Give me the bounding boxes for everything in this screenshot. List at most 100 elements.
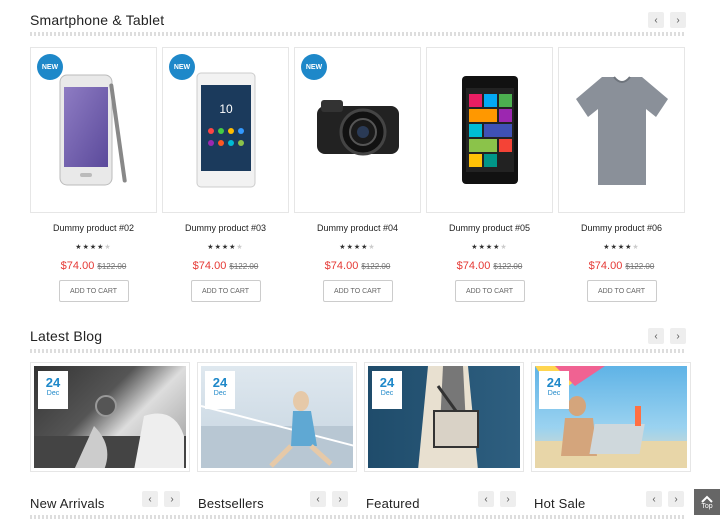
date-month: Dec [380, 390, 394, 397]
current-price: $74.00 [456, 260, 491, 272]
rating-stars: ★★★★★ [75, 244, 112, 251]
svg-text:10: 10 [219, 102, 233, 116]
chevron-left-icon: ‹ [654, 14, 658, 26]
blog-image: 24 Dec [201, 366, 353, 468]
next-button[interactable]: › [670, 328, 686, 344]
date-day: 24 [45, 375, 61, 390]
add-to-cart-button[interactable]: ADD TO CART [586, 280, 657, 302]
product-card: NEW Dummy product #02 ★★★★★ $74.00 $122.… [30, 47, 157, 302]
prev-button[interactable]: ‹ [648, 328, 664, 344]
divider [30, 349, 686, 353]
chevron-left-icon: ‹ [652, 493, 656, 505]
date-badge: 24 Dec [539, 371, 569, 409]
product-name[interactable]: Dummy product #06 [558, 223, 685, 233]
bestsellers-header: Bestsellers ‹ › [198, 491, 348, 511]
product-name[interactable]: Dummy product #04 [294, 223, 421, 233]
smartphone-icon: 10 [196, 72, 255, 188]
add-to-cart-button[interactable]: ADD TO CART [58, 280, 129, 302]
next-button[interactable]: › [500, 491, 516, 507]
old-price: $122.00 [97, 262, 127, 271]
blog-image: 24 Dec [535, 366, 687, 468]
product-name[interactable]: Dummy product #03 [162, 223, 289, 233]
chevron-right-icon: › [338, 493, 342, 505]
date-day: 24 [212, 375, 228, 390]
prev-button[interactable]: ‹ [478, 491, 494, 507]
divider [30, 515, 686, 519]
carousel-nav: ‹ › [142, 491, 180, 507]
date-day: 24 [379, 375, 395, 390]
prev-button[interactable]: ‹ [310, 491, 326, 507]
rating-stars: ★★★★★ [603, 244, 640, 251]
old-price: $122.00 [361, 262, 391, 271]
blog-card[interactable]: 24 Dec [364, 362, 524, 472]
price: $74.00 $122.00 [426, 260, 553, 272]
next-button[interactable]: › [164, 491, 180, 507]
new-badge: NEW [37, 54, 63, 80]
chevron-left-icon: ‹ [654, 330, 658, 342]
carousel-nav: ‹ › [648, 12, 686, 28]
blog-card[interactable]: 24 Dec [197, 362, 357, 472]
old-price: $122.00 [229, 262, 259, 271]
date-badge: 24 Dec [38, 371, 68, 409]
product-image[interactable] [426, 47, 553, 213]
product-card: Dummy product #06 ★★★★★ $74.00 $122.00 A… [558, 47, 685, 302]
top-label: Top [701, 502, 713, 510]
blog-list: 24 Dec 24 Dec 24 Dec 24 Dec [30, 362, 691, 472]
old-price: $122.00 [625, 262, 655, 271]
back-to-top-button[interactable]: Top [694, 489, 720, 515]
blog-card[interactable]: 24 Dec [531, 362, 691, 472]
camera-icon [316, 100, 399, 156]
chevron-left-icon: ‹ [148, 493, 152, 505]
new-arrivals-header: New Arrivals ‹ › [30, 491, 180, 511]
next-button[interactable]: › [670, 12, 686, 28]
prev-button[interactable]: ‹ [142, 491, 158, 507]
next-button[interactable]: › [332, 491, 348, 507]
product-card: NEW Dummy product #04 ★★★★★ $74.00 $122.… [294, 47, 421, 302]
add-to-cart-button[interactable]: ADD TO CART [454, 280, 525, 302]
chevron-right-icon: › [506, 493, 510, 505]
blog-card[interactable]: 24 Dec [30, 362, 190, 472]
product-card: NEW 10 Dummy product #03 ★★★★★ $74.00 $1… [162, 47, 289, 302]
price: $74.00 $122.00 [30, 260, 157, 272]
next-button[interactable]: › [668, 491, 684, 507]
smartphone-icon [59, 74, 127, 185]
price: $74.00 $122.00 [294, 260, 421, 272]
date-month: Dec [46, 390, 60, 397]
carousel-nav: ‹ › [478, 491, 516, 507]
date-day: 24 [546, 375, 562, 390]
product-image[interactable]: NEW 10 [162, 47, 289, 213]
date-month: Dec [547, 390, 561, 397]
rating-stars: ★★★★★ [471, 244, 508, 251]
product-card: Dummy product #05 ★★★★★ $74.00 $122.00 A… [426, 47, 553, 302]
product-image[interactable]: NEW [294, 47, 421, 213]
chevron-up-icon [701, 495, 713, 503]
product-image[interactable] [558, 47, 685, 213]
current-price: $74.00 [60, 260, 95, 272]
date-month: Dec [213, 390, 227, 397]
product-name[interactable]: Dummy product #05 [426, 223, 553, 233]
price: $74.00 $122.00 [162, 260, 289, 272]
carousel-nav: ‹ › [648, 328, 686, 344]
add-to-cart-button[interactable]: ADD TO CART [190, 280, 261, 302]
section-title: Smartphone & Tablet [30, 12, 165, 28]
add-to-cart-button[interactable]: ADD TO CART [322, 280, 393, 302]
smartphone-icon [461, 76, 518, 184]
blog-image: 24 Dec [368, 366, 520, 468]
product-image[interactable]: NEW [30, 47, 157, 213]
chevron-right-icon: › [674, 493, 678, 505]
product-name[interactable]: Dummy product #02 [30, 223, 157, 233]
current-price: $74.00 [588, 260, 623, 272]
price: $74.00 $122.00 [558, 260, 685, 272]
tshirt-icon [575, 75, 668, 185]
chevron-right-icon: › [676, 14, 680, 26]
rating-stars: ★★★★★ [207, 244, 244, 251]
prev-button[interactable]: ‹ [648, 12, 664, 28]
blog-image: 24 Dec [34, 366, 186, 468]
new-badge: NEW [169, 54, 195, 80]
prev-button[interactable]: ‹ [646, 491, 662, 507]
chevron-right-icon: › [170, 493, 174, 505]
chevron-left-icon: ‹ [316, 493, 320, 505]
chevron-left-icon: ‹ [484, 493, 488, 505]
chevron-right-icon: › [676, 330, 680, 342]
featured-header: Featured ‹ › [366, 491, 516, 511]
